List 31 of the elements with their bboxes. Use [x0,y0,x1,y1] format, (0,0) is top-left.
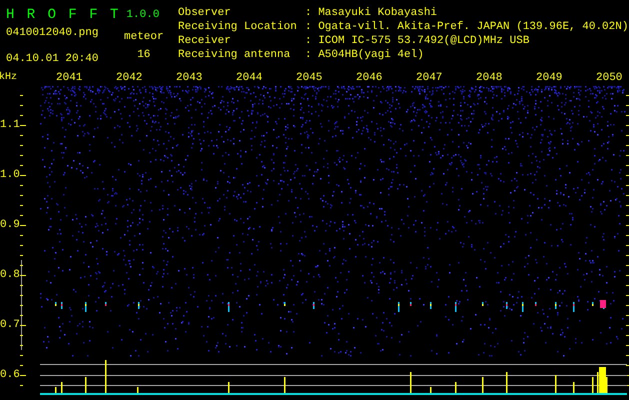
frequency-label: 0.7 [0,319,20,331]
time-label: 2050 [596,71,624,86]
app-title: H R O F F T [6,8,120,22]
time-label: 2049 [536,71,564,86]
info-label: Receiving Location [178,20,298,34]
frequency-label: 0.6 [0,369,20,381]
meteor-count: 16 [137,48,150,62]
info-label: Observer [178,6,232,20]
time-label: 2045 [296,71,324,86]
unit-label: kHz [0,70,18,85]
info-value: : A504HB(yagi 4el) [305,48,424,62]
time-label: 2041 [56,71,84,86]
time-label: 2048 [476,71,504,86]
time-label: 2047 [416,71,444,86]
frequency-label: 0.8 [0,269,20,281]
frequency-label: 1.0 [0,169,20,181]
time-label: 2043 [176,71,204,86]
info-value: : Masayuki Kobayashi [305,6,438,20]
info-value: : Ogata-vill. Akita-Pref. JAPAN (139.96E, 40.02N) [305,20,628,34]
time-label: 2046 [356,71,384,86]
file-name: 0410012040.png [6,26,100,40]
info-label: Receiver [178,34,232,48]
frequency-label: 0.9 [0,219,20,231]
info-value: : ICOM IC-575 53.7492(@LCD)MHz USB [305,34,530,48]
info-label: Receiving antenna [178,48,292,62]
time-label: 2044 [236,71,264,86]
time-label: 2042 [116,71,144,86]
date-time: 04.10.01 20:40 [6,52,100,66]
meteor-label: meteor [124,30,164,44]
frequency-label: 1.1 [0,119,20,131]
app-version: 1.0.0 [126,8,160,22]
